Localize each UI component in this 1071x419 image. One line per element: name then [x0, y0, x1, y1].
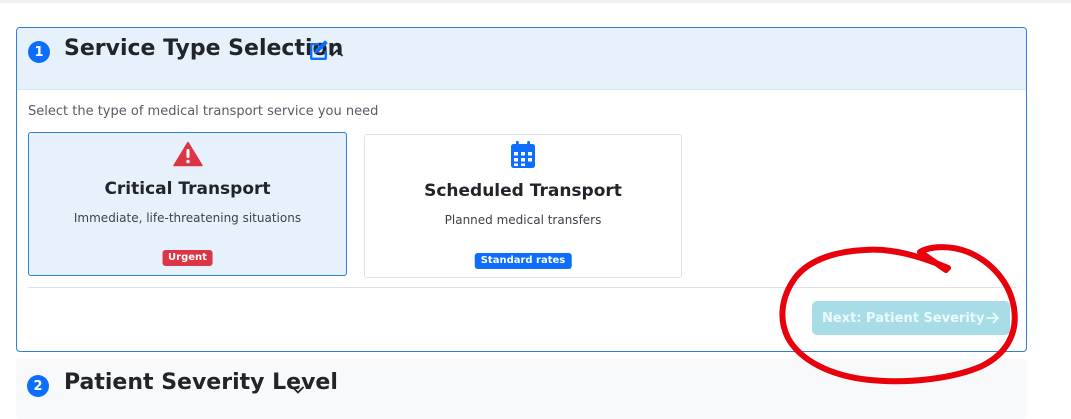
standard-rates-badge: Standard rates: [474, 253, 572, 269]
instruction-text: Select the type of medical transport ser…: [28, 104, 379, 119]
option-title: Critical Transport: [104, 179, 271, 199]
next-button-label: Next: Patient Severity: [822, 310, 985, 326]
option-description: Planned medical transfers: [444, 213, 602, 227]
edit-icon[interactable]: [306, 38, 330, 62]
step-number-badge: 1: [28, 41, 50, 63]
divider: [28, 287, 1016, 288]
step-number-badge: 2: [27, 375, 49, 397]
section-title: Service Type Selection: [64, 36, 344, 61]
arrow-right-icon: [986, 312, 999, 324]
chevron-down-icon[interactable]: [291, 385, 305, 395]
calendar-icon: [511, 141, 535, 168]
section-service-type: 1 Service Type Selection Select the type…: [16, 27, 1027, 352]
next-patient-severity-button[interactable]: Next: Patient Severity: [812, 301, 1010, 335]
option-scheduled-transport[interactable]: Scheduled Transport Planned medical tran…: [364, 134, 682, 278]
section-patient-severity[interactable]: 2 Patient Severity Level: [16, 359, 1027, 419]
top-border: [0, 0, 1071, 3]
option-critical-transport[interactable]: Critical Transport Immediate, life-threa…: [28, 132, 347, 276]
section-header-service-type[interactable]: 1 Service Type Selection: [17, 28, 1026, 90]
warning-triangle-icon: [172, 141, 203, 167]
option-title: Scheduled Transport: [424, 181, 622, 201]
section-body-service-type: Select the type of medical transport ser…: [17, 89, 1026, 351]
option-description: Immediate, life-threatening situations: [73, 211, 302, 225]
urgent-badge: Urgent: [162, 250, 213, 266]
chevron-up-icon[interactable]: [330, 48, 344, 58]
